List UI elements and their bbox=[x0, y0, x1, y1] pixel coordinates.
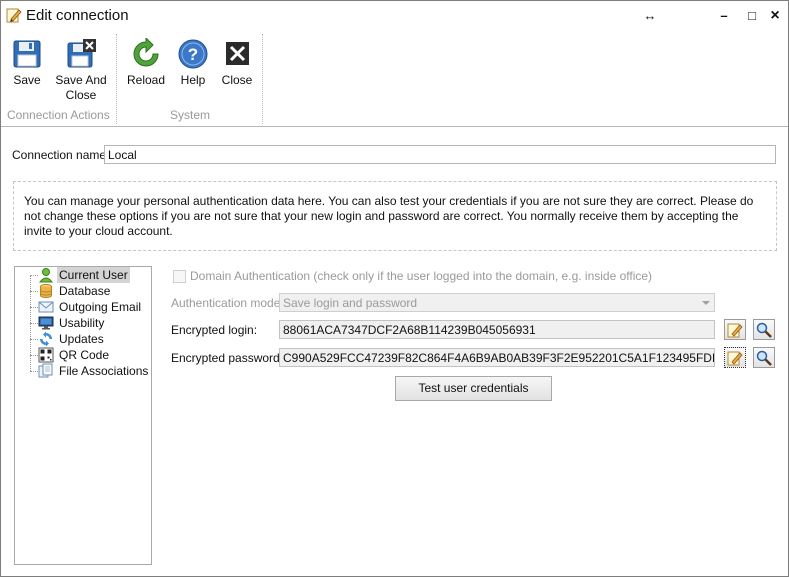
tree-connector bbox=[30, 291, 38, 292]
title-bar: Edit connection ↔ – □ × bbox=[1, 1, 788, 32]
save-and-close-button[interactable]: Save And Close bbox=[53, 38, 109, 103]
encrypted-password-input[interactable]: C990A529FCC47239F82C864F4A6B9AB0AB39F3F2… bbox=[279, 348, 715, 367]
edit-login-button[interactable] bbox=[724, 319, 746, 340]
tree-item-label: Outgoing Email bbox=[59, 300, 142, 314]
save-button[interactable]: Save bbox=[9, 38, 45, 88]
magnifier-icon bbox=[756, 350, 772, 366]
magnifier-icon bbox=[756, 322, 772, 338]
close-icon bbox=[226, 42, 249, 65]
login-label: Encrypted login: bbox=[171, 323, 258, 337]
help-label: Help bbox=[180, 73, 206, 87]
tree-connector bbox=[30, 307, 38, 308]
help-button[interactable]: ? Help bbox=[176, 38, 210, 88]
edit-pencil-icon bbox=[6, 8, 22, 23]
system-group-label: System bbox=[170, 108, 211, 122]
floppy-close-icon bbox=[67, 39, 96, 68]
tree-connector bbox=[30, 323, 38, 324]
help-icon: ? bbox=[178, 39, 208, 69]
qr-code-icon bbox=[38, 347, 54, 363]
ribbon: Save Save And Close Connection Actions R… bbox=[1, 32, 788, 127]
edit-connection-window: Edit connection ↔ – □ × Save Save And Cl… bbox=[0, 0, 789, 577]
password-label: Encrypted password: bbox=[171, 351, 284, 365]
edit-pencil-icon bbox=[727, 323, 743, 338]
resize-button[interactable]: ↔ bbox=[641, 7, 659, 25]
info-text: You can manage your personal authenticat… bbox=[13, 181, 777, 251]
edit-pencil-icon bbox=[727, 351, 743, 366]
file-associations-icon bbox=[38, 363, 53, 378]
email-icon bbox=[38, 301, 54, 313]
encrypted-login-input[interactable]: 88061ACA7347DCF2A68B114239B045056931 bbox=[279, 320, 715, 339]
save-label: Save bbox=[13, 73, 41, 87]
updates-icon bbox=[40, 331, 52, 347]
tree-connector bbox=[30, 355, 38, 356]
tree-connector bbox=[30, 339, 38, 340]
close-label: Close bbox=[221, 73, 253, 87]
save-and-close-label-line2: Close bbox=[65, 88, 97, 102]
maximize-button[interactable]: □ bbox=[743, 7, 761, 25]
settings-tree: Current User Database Outgoing Email Usa… bbox=[14, 266, 152, 565]
reload-button[interactable]: Reload bbox=[127, 38, 165, 88]
tree-item-label: Current User bbox=[57, 267, 130, 283]
view-password-button[interactable] bbox=[753, 347, 775, 368]
auth-mode-label: Authentication mode: bbox=[171, 296, 284, 310]
ribbon-separator bbox=[262, 34, 263, 124]
close-window-button[interactable]: × bbox=[766, 7, 784, 25]
tree-connector bbox=[30, 371, 38, 372]
tree-item-label: Usability bbox=[59, 316, 105, 330]
minimize-button[interactable]: – bbox=[715, 7, 733, 25]
test-credentials-button[interactable]: Test user credentials bbox=[395, 376, 552, 401]
save-and-close-label-line1: Save And bbox=[55, 73, 107, 87]
window-title: Edit connection bbox=[26, 7, 129, 24]
connection-name-label: Connection name: bbox=[12, 148, 110, 162]
close-button[interactable]: Close bbox=[219, 38, 255, 88]
chevron-down-icon bbox=[702, 301, 710, 305]
tree-connector bbox=[30, 275, 38, 276]
tree-item-label: QR Code bbox=[59, 348, 110, 362]
domain-auth-label: Domain Authentication (check only if the… bbox=[190, 269, 653, 283]
domain-auth-checkbox[interactable] bbox=[173, 270, 186, 283]
ribbon-separator bbox=[116, 34, 117, 124]
database-icon bbox=[40, 284, 52, 298]
edit-password-button[interactable] bbox=[724, 347, 746, 368]
svg-text:?: ? bbox=[188, 45, 198, 64]
connection-name-input[interactable]: Local bbox=[104, 145, 776, 164]
auth-mode-select[interactable]: Save login and password bbox=[279, 293, 715, 312]
reload-icon bbox=[133, 38, 159, 67]
tree-item-label: Database bbox=[59, 284, 111, 298]
tree-item-label: File Associations bbox=[59, 364, 149, 378]
view-login-button[interactable] bbox=[753, 319, 775, 340]
user-icon bbox=[38, 268, 54, 283]
auth-mode-value: Save login and password bbox=[283, 296, 418, 310]
monitor-icon bbox=[38, 316, 54, 330]
floppy-icon bbox=[13, 40, 41, 68]
tree-item-label: Updates bbox=[59, 332, 104, 346]
connection-actions-group-label: Connection Actions bbox=[7, 108, 110, 122]
reload-label: Reload bbox=[127, 73, 166, 87]
